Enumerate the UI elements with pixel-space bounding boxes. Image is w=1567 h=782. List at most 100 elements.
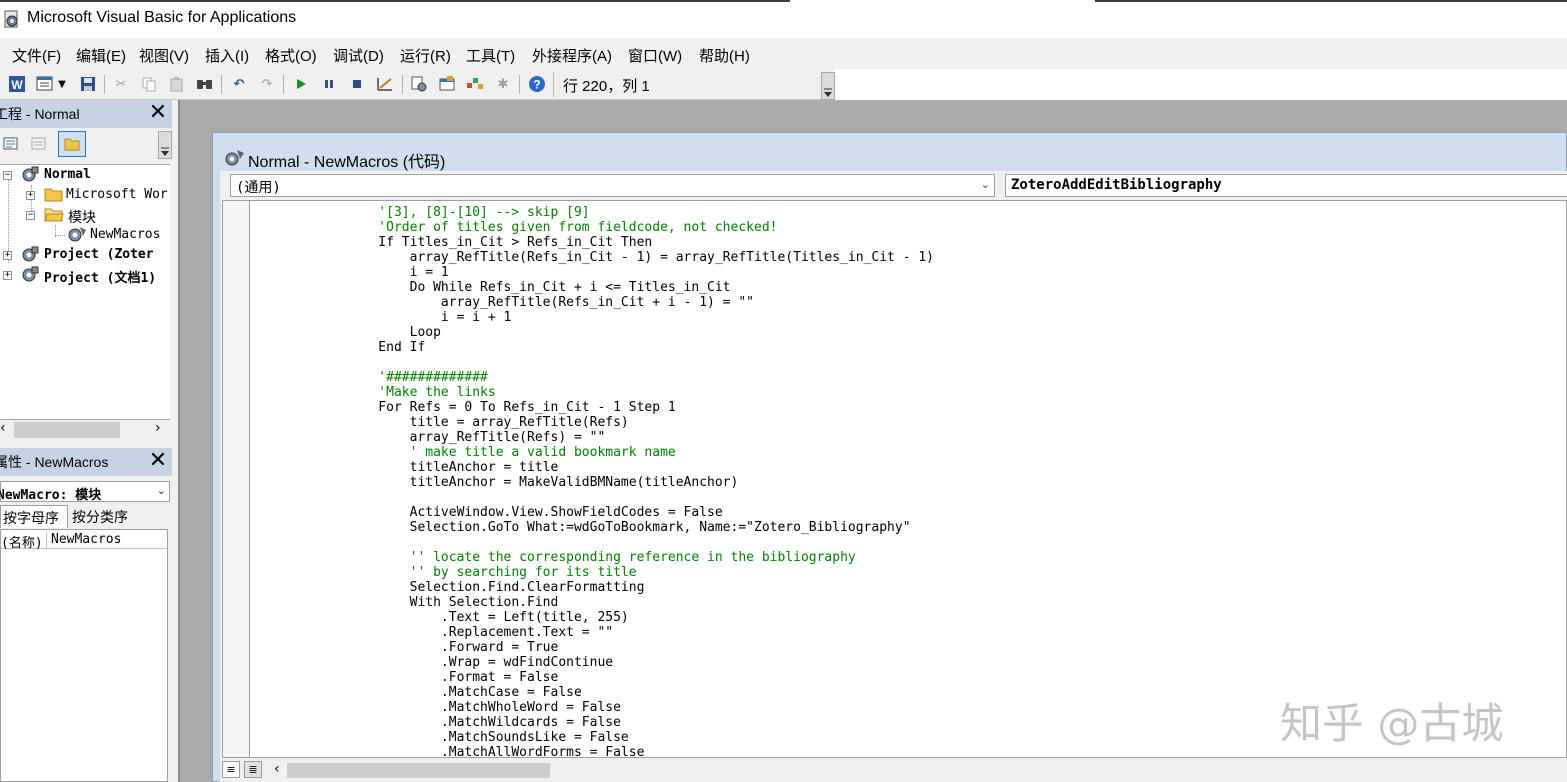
collapse-icon[interactable]: − [26,211,35,220]
code-line[interactable]: Selection.GoTo What:=wdGoToBookmark, Nam… [347,520,911,535]
tab-alphabetic[interactable]: 按字母序 [0,505,68,528]
view-code-icon[interactable] [2,136,20,152]
code-line[interactable]: If Titles_in_Cit > Refs_in_Cit Then [347,235,652,250]
code-line[interactable]: array_RefTitle(Refs_in_Cit - 1) = array_… [347,250,934,265]
object-select[interactable]: (通用) ⌄ [230,174,995,197]
redo-icon[interactable]: ↷ [257,74,277,94]
menu-file[interactable]: 文件(F) [12,45,61,66]
chevron-down-icon[interactable]: ⌄ [981,178,990,191]
code-comment-line[interactable]: '' locate the corresponding reference in… [347,550,856,565]
project-tree-hscrollbar[interactable]: ‹ › [0,420,170,440]
insert-dropdown-icon[interactable]: ▼ [56,74,68,94]
code-line[interactable]: titleAnchor = MakeValidBMName(titleAncho… [347,475,739,490]
code-line[interactable]: ActiveWindow.View.ShowFieldCodes = False [347,505,723,520]
menu-edit[interactable]: 编辑(E) [76,45,126,66]
project-explorer-icon[interactable] [409,74,429,94]
margin-indicator-bar[interactable] [223,201,250,757]
code-line[interactable]: .MatchCase = False [347,685,582,700]
code-line[interactable]: Do While Refs_in_Cit + i <= Titles_in_Ci… [347,280,731,295]
close-icon[interactable]: ✕ [146,102,170,126]
code-line[interactable]: .Format = False [347,670,558,685]
scroll-left-icon[interactable]: ‹ [0,420,6,436]
menu-view[interactable]: 视图(V) [139,45,189,66]
svg-text:W: W [11,78,23,92]
code-line[interactable]: Selection.Find.ClearFormatting [347,580,645,595]
code-line[interactable]: array_RefTitle(Refs_in_Cit + i - 1) = "" [347,295,754,310]
code-line[interactable]: .MatchAllWordForms = False [347,745,645,757]
toggle-folders-button[interactable] [58,131,86,157]
word-icon[interactable]: W [7,74,27,94]
menu-debug[interactable]: 调试(D) [333,45,384,66]
folder-icon [44,186,64,206]
menu-help[interactable]: 帮助(H) [699,45,750,66]
property-value[interactable]: NewMacros [51,532,121,547]
properties-object-select[interactable]: NewMacro: 模块 ⌄ [0,481,170,503]
code-comment-line[interactable]: 'Order of titles given from fieldcode, n… [347,220,777,235]
run-icon[interactable] [291,74,311,94]
code-line[interactable]: title = array_RefTitle(Refs) [347,415,629,430]
menu-tools[interactable]: 工具(T) [466,45,515,66]
code-comment-line[interactable]: '############# [347,370,488,385]
expand-icon[interactable]: + [26,191,35,200]
code-line[interactable]: .MatchWholeWord = False [347,700,621,715]
copy-icon[interactable] [139,74,159,94]
code-line[interactable]: array_RefTitle(Refs) = "" [347,430,606,445]
collapse-icon[interactable]: − [3,171,12,180]
find-icon[interactable] [195,74,215,94]
expand-icon[interactable]: + [3,251,12,260]
scroll-thumb[interactable] [14,422,120,438]
design-mode-icon[interactable] [375,74,395,94]
code-line[interactable]: End If [347,340,425,355]
break-icon[interactable] [319,74,339,94]
scroll-thumb[interactable] [287,763,550,778]
full-module-view-icon[interactable]: ≣ [244,761,262,778]
code-line[interactable]: titleAnchor = title [347,460,559,475]
undo-icon[interactable]: ↶ [229,74,249,94]
reset-icon[interactable] [347,74,367,94]
toolbox-icon[interactable]: ✱ [493,74,513,94]
code-line[interactable]: For Refs = 0 To Refs_in_Cit - 1 Step 1 [347,400,675,415]
code-comment-line[interactable]: '' by searching for its title [347,565,637,580]
menu-run[interactable]: 运行(R) [400,45,451,66]
code-line[interactable]: .Wrap = wdFindContinue [347,655,613,670]
scroll-left-icon[interactable]: ‹ [274,761,280,777]
code-line[interactable]: Loop [347,325,441,340]
menu-window[interactable]: 窗口(W) [628,45,682,66]
menu-addins[interactable]: 外接程序(A) [532,45,612,66]
toolbar-overflow-button[interactable] [821,72,835,100]
title-bar-top-edge-right [1095,0,1567,2]
procedure-select[interactable]: ZoteroAddEditBibliography [1005,174,1567,197]
object-browser-icon[interactable] [465,74,485,94]
code-line[interactable]: .MatchSoundsLike = False [347,730,629,745]
tree-label: Microsoft Wor [66,187,168,202]
code-line[interactable]: .Text = Left(title, 255) [347,610,629,625]
code-hscrollbar[interactable]: ‹ [272,761,1567,779]
code-line[interactable]: i = 1 [347,265,449,280]
cut-icon[interactable]: ✂ [111,74,131,94]
tab-categorized[interactable]: 按分类序 [70,505,140,528]
insert-module-icon[interactable] [35,74,55,94]
code-editor[interactable]: '[3], [8]-[10] --> skip [9] 'Order of ti… [222,200,1567,758]
menu-insert[interactable]: 插入(I) [205,45,249,66]
help-icon[interactable]: ? [527,74,547,94]
chevron-down-icon[interactable]: ⌄ [156,484,166,497]
close-icon[interactable]: ✕ [146,450,170,474]
paste-icon[interactable] [167,74,187,94]
menu-format[interactable]: 格式(O) [265,45,317,66]
property-row-name[interactable]: (名称) NewMacros [1,531,167,551]
scroll-right-icon[interactable]: › [155,420,161,436]
code-comment-line[interactable]: ' make title a valid bookmark name [347,445,676,460]
code-comment-line[interactable]: 'Make the links [347,385,495,400]
panel-toolbar-overflow[interactable] [158,131,172,159]
code-line[interactable]: .MatchWildcards = False [347,715,621,730]
properties-icon[interactable] [437,74,457,94]
code-line[interactable]: i = i + 1 [347,310,511,325]
expand-icon[interactable]: + [3,271,12,280]
view-object-icon[interactable] [30,136,48,152]
procedure-view-icon[interactable]: ≡ [222,761,240,778]
code-line[interactable]: .Replacement.Text = "" [347,625,613,640]
code-line[interactable]: .Forward = True [347,640,558,655]
save-icon[interactable] [78,74,98,94]
code-comment-line[interactable]: '[3], [8]-[10] --> skip [9] [347,205,589,220]
code-line[interactable]: With Selection.Find [347,595,559,610]
